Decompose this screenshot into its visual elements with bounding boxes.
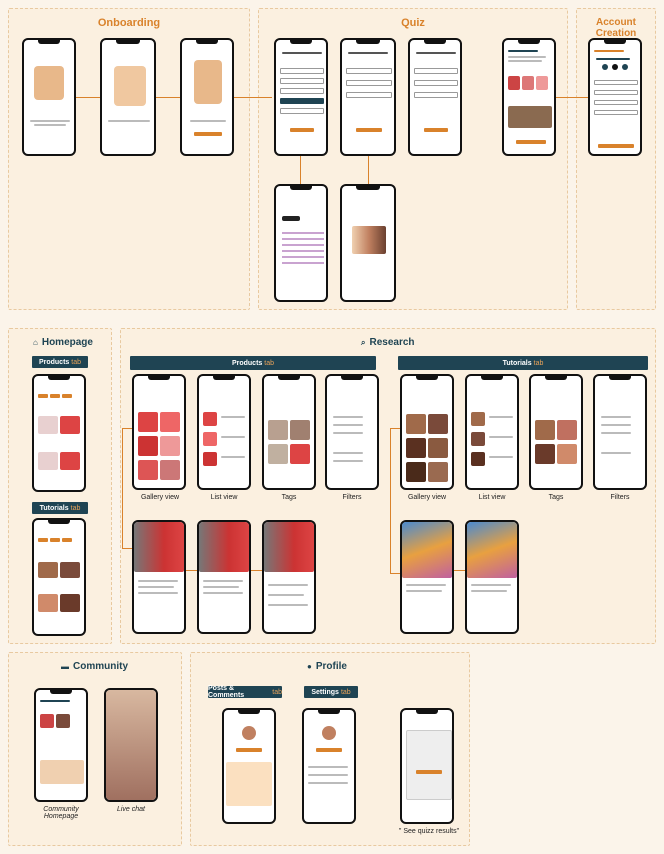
chat-icon: ▬ — [61, 661, 69, 671]
tutorials-filters-view — [593, 374, 647, 490]
product-detail-1 — [132, 520, 186, 634]
tutorial-detail-1 — [400, 520, 454, 634]
profile-posts-screen — [222, 708, 276, 824]
tutorials-tags-view — [529, 374, 583, 490]
product-detail-2 — [197, 520, 251, 634]
quiz-result-screen — [502, 38, 556, 156]
onboarding-screen-3 — [180, 38, 234, 156]
community-title: ▬ Community — [61, 661, 128, 672]
caption-community-homepage: Community Homepage — [43, 806, 79, 820]
caption-list: List view — [210, 494, 238, 501]
profile-settings-screen — [302, 708, 356, 824]
quiz-results-modal-screen — [400, 708, 454, 824]
homepage-title: ⌂ Homepage — [33, 337, 93, 348]
research-tutorials-tab[interactable]: Tutorials tab — [398, 356, 648, 370]
onboarding-screen-2 — [100, 38, 156, 156]
products-list-view — [197, 374, 251, 490]
product-detail-3 — [262, 520, 316, 634]
homepage-products-screen — [32, 374, 86, 492]
community-homepage-screen — [34, 688, 88, 802]
caption-gallery: Gallery view — [140, 494, 180, 501]
caption-live-chat: Live chat — [116, 806, 146, 813]
caption-gallery: Gallery view — [407, 494, 447, 501]
section-title: Onboarding — [97, 17, 161, 29]
products-gallery-view — [132, 374, 186, 490]
section-title: Account Creation — [595, 17, 637, 39]
home-icon: ⌂ — [33, 337, 38, 347]
homepage-tutorials-screen — [32, 518, 86, 636]
onboarding-screen-1 — [22, 38, 76, 156]
tab-products[interactable]: Products tab — [32, 356, 88, 368]
section-title: Quiz — [401, 17, 425, 29]
search-icon: ⌕ — [361, 337, 366, 347]
tutorials-list-view — [465, 374, 519, 490]
caption-see-quiz: " See quizz results" — [398, 828, 460, 835]
caption-filters: Filters — [342, 494, 362, 501]
quiz-eyes-screen — [274, 184, 328, 302]
caption-filters: Filters — [610, 494, 630, 501]
quiz-skin-screen — [340, 184, 396, 302]
tab-settings[interactable]: Settings tab — [304, 686, 358, 698]
caption-tags: Tags — [281, 494, 297, 501]
tutorial-detail-2 — [465, 520, 519, 634]
research-title: ⌕ Research — [361, 337, 415, 348]
account-creation-screen — [588, 38, 642, 156]
quiz-screen-2 — [340, 38, 396, 156]
products-filters-view — [325, 374, 379, 490]
live-chat-screen — [104, 688, 158, 802]
products-tags-view — [262, 374, 316, 490]
profile-title: ● Profile — [307, 661, 347, 672]
tab-tutorials[interactable]: Tutorials tab — [32, 502, 88, 514]
tab-posts-comments[interactable]: Posts & Comments tab — [208, 685, 282, 699]
caption-tags: Tags — [548, 494, 564, 501]
tutorials-gallery-view — [400, 374, 454, 490]
user-icon: ● — [307, 661, 312, 671]
quiz-screen-3 — [408, 38, 462, 156]
quiz-screen-1 — [274, 38, 328, 156]
caption-list: List view — [478, 494, 506, 501]
research-products-tab[interactable]: Products tab — [130, 356, 376, 370]
